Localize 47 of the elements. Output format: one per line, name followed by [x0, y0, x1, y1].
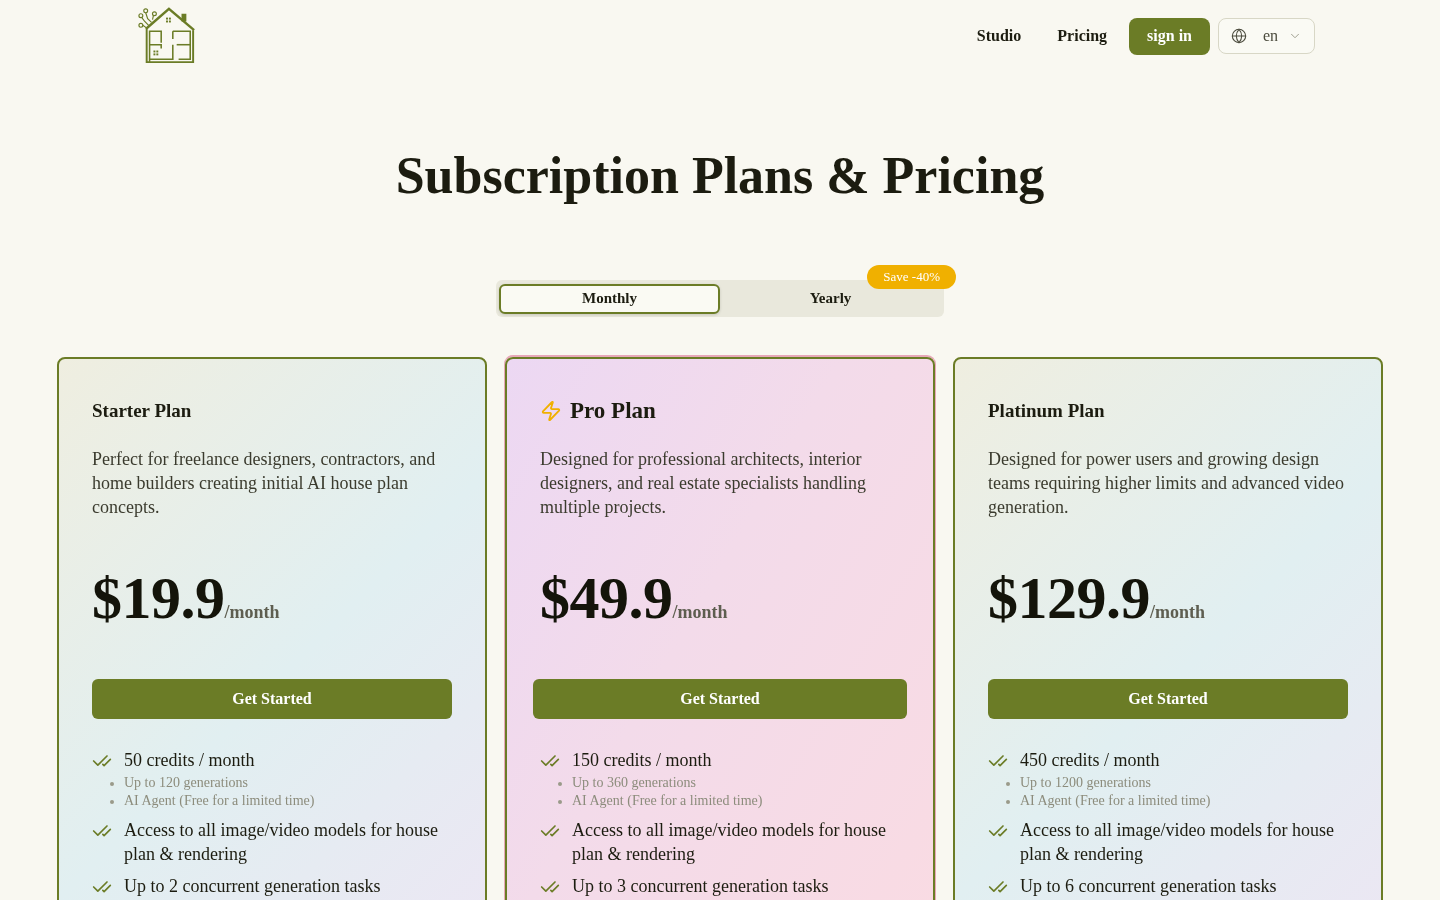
feature-text: Access to all image/video models for house plan & rendering [572, 819, 887, 866]
bullet-icon [1006, 800, 1010, 804]
bullet-icon [1006, 782, 1010, 786]
feature-text: Up to 3 concurrent generation tasks [572, 875, 829, 898]
feature-text: Access to all image/video models for house plan & rendering [1020, 819, 1335, 866]
plan-description: Designed for professional architects, interior designers, and real estate specialists handling multiple projects. [540, 448, 867, 519]
page-title: Subscription Plans & Pricing [395, 146, 1045, 206]
feature-detail: Up to 120 generations [124, 774, 249, 792]
plan-name: Pro Plan [570, 399, 656, 423]
plan-description: Designed for power users and growing design teams requiring higher limits and advanced video generation. [988, 448, 1345, 519]
get-started-button[interactable]: Get Started [988, 679, 1348, 719]
feature-text: Access to all image/video models for house plan & rendering [124, 819, 439, 866]
price-period: /month [224, 602, 280, 622]
plan-description: Perfect for freelance designers, contractors, and home builders creating initial AI house plan concepts. [92, 448, 437, 519]
feature-detail: Up to 360 generations [572, 774, 697, 792]
get-started-button[interactable]: Get Started [92, 679, 452, 719]
plan-name: Platinum Plan [988, 399, 1105, 423]
lightning-icon [540, 400, 562, 422]
feature-detail: Up to 1200 generations [1020, 774, 1152, 792]
globe-icon [1231, 28, 1247, 44]
plan-price: $49.9 [540, 568, 673, 628]
feature-text: 450 credits / month [1020, 749, 1161, 772]
nav-link[interactable]: Pricing [1039, 16, 1126, 56]
save-badge: Save -40% [867, 265, 956, 289]
feature-text: Up to 6 concurrent generation tasks [1020, 875, 1277, 898]
feature-text: 150 credits / month [572, 749, 713, 772]
bullet-icon [110, 782, 114, 786]
language-select[interactable]: en [1218, 18, 1315, 54]
plan-name: Starter Plan [92, 399, 192, 423]
feature-detail: AI Agent (Free for a limited time) [572, 792, 763, 810]
feature-text: Up to 2 concurrent generation tasks [124, 875, 381, 898]
feature-detail: AI Agent (Free for a limited time) [1020, 792, 1211, 810]
language-value: en [1263, 26, 1279, 46]
bullet-icon [110, 800, 114, 804]
feature-detail: AI Agent (Free for a limited time) [124, 792, 315, 810]
plan-price: $129.9 [988, 568, 1150, 628]
price-period: /month [1150, 602, 1205, 622]
plan-price: $19.9 [92, 568, 225, 628]
get-started-button[interactable]: Get Started [533, 679, 907, 719]
bullet-icon [558, 782, 562, 786]
house-logo[interactable] [137, 6, 197, 66]
price-period: /month [672, 602, 728, 622]
bullet-icon [558, 800, 562, 804]
feature-text: 50 credits / month [124, 749, 256, 772]
billing-tab[interactable]: Monthly [499, 283, 720, 314]
sign-in-button[interactable]: sign in [1129, 17, 1210, 55]
nav-link[interactable]: Studio [958, 16, 1040, 56]
